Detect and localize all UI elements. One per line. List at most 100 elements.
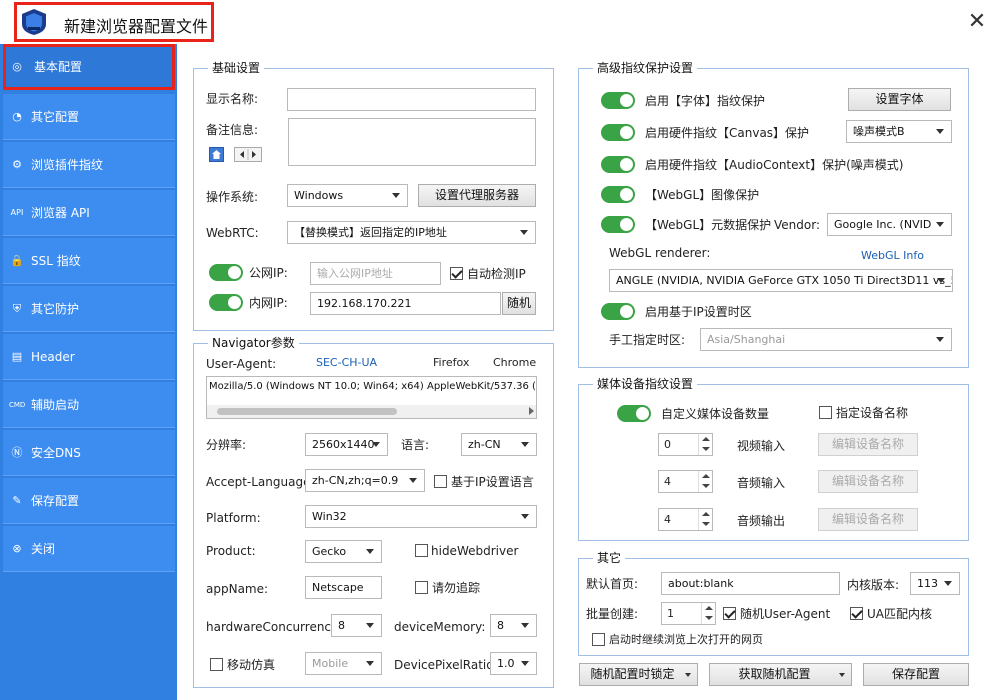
hardware-concurrency-label: hardwareConcurrency: xyxy=(206,620,342,634)
do-not-track-checkbox[interactable] xyxy=(415,581,428,594)
stepper-value: 4 xyxy=(664,513,671,526)
edit-audio-input-button[interactable]: 编辑设备名称 xyxy=(818,470,918,493)
plugin-icon: ⚙ xyxy=(12,158,22,171)
ip-language-checkbox[interactable] xyxy=(434,475,447,488)
scrollbar-thumb[interactable] xyxy=(217,408,397,415)
close-window-button[interactable]: ✕ xyxy=(962,8,992,38)
resolution-select[interactable]: 2560x1440 xyxy=(305,433,388,456)
ua-match-kernel-checkbox[interactable] xyxy=(850,607,863,620)
scroll-arrows[interactable] xyxy=(234,147,262,162)
sidebar-item-label: Header xyxy=(31,350,75,364)
window-title: 新建浏览器配置文件 xyxy=(64,17,209,36)
random-ip-button[interactable]: 随机 xyxy=(502,292,536,315)
private-ip-input[interactable]: 192.168.170.221 xyxy=(310,292,501,315)
private-ip-label: 内网IP: xyxy=(249,296,288,310)
firefox-link[interactable]: Firefox xyxy=(433,356,469,370)
sidebar-item-header[interactable]: ▤ Header xyxy=(3,334,175,380)
sidebar-item-plugin-fingerprint[interactable]: ⚙ 浏览插件指纹 xyxy=(3,142,175,188)
stepper-arrows-icon[interactable] xyxy=(698,509,712,530)
webgl-image-toggle[interactable] xyxy=(601,186,635,203)
stepper-arrows-icon[interactable] xyxy=(698,471,712,492)
private-ip-toggle[interactable] xyxy=(209,294,243,311)
ua-scrollbar[interactable] xyxy=(207,405,536,418)
set-font-button[interactable]: 设置字体 xyxy=(848,88,951,111)
os-select[interactable]: Windows xyxy=(287,184,408,207)
sidebar-item-close[interactable]: ⊗ 关闭 xyxy=(3,526,175,572)
timezone-ip-toggle[interactable] xyxy=(601,303,635,320)
appname-input[interactable]: Netscape xyxy=(305,576,382,599)
save-icon: ✎ xyxy=(12,494,22,507)
hide-webdriver-checkbox[interactable] xyxy=(415,544,428,557)
sidebar-item-browser-api[interactable]: API 浏览器 API xyxy=(3,190,175,236)
sidebar-item-dns[interactable]: Ⓝ 安全DNS xyxy=(3,430,175,476)
stepper-arrows-icon[interactable] xyxy=(698,434,712,455)
audio-output-stepper[interactable]: 4 xyxy=(658,508,713,531)
scroll-right-icon[interactable] xyxy=(529,407,534,415)
continue-session-checkbox[interactable] xyxy=(592,633,605,646)
webgl-meta-toggle[interactable] xyxy=(601,216,635,233)
font-protection-toggle[interactable] xyxy=(601,92,635,109)
canvas-protection-toggle[interactable] xyxy=(601,124,635,141)
public-ip-input[interactable]: 输入公网IP地址 xyxy=(310,262,441,285)
api-icon: API xyxy=(10,208,24,217)
sec-ch-ua-link[interactable]: SEC-CH-UA xyxy=(316,356,377,370)
mobile-select[interactable]: Mobile xyxy=(305,652,382,675)
os-label: 操作系统: xyxy=(206,190,259,204)
custom-media-count-toggle[interactable] xyxy=(617,405,651,422)
language-select[interactable]: zh-CN xyxy=(461,433,537,456)
hide-webdriver-label: hideWebdriver xyxy=(431,544,519,558)
group-title: 其它 xyxy=(593,551,626,565)
mobile-emulation-checkbox[interactable] xyxy=(210,658,223,671)
product-select[interactable]: Gecko xyxy=(305,540,382,563)
vendor-select[interactable]: Google Inc. (NVID xyxy=(827,213,952,236)
proxy-server-button[interactable]: 设置代理服务器 xyxy=(418,184,536,207)
device-memory-select[interactable]: 8 xyxy=(490,614,537,637)
sidebar-item-other-config[interactable]: ◔ 其它配置 xyxy=(3,94,175,140)
manual-timezone-select[interactable]: Asia/Shanghai xyxy=(700,328,952,351)
sidebar-item-launch[interactable]: CMD 辅助启动 xyxy=(3,382,175,428)
get-random-config-button[interactable]: 获取随机配置 xyxy=(709,663,852,686)
hardware-concurrency-select[interactable]: 8 xyxy=(331,614,382,637)
stepper-arrows-icon[interactable] xyxy=(701,603,715,624)
lock-random-config-button[interactable]: 随机配置时锁定 xyxy=(579,663,698,686)
edit-video-input-button[interactable]: 编辑设备名称 xyxy=(818,433,918,456)
video-input-label: 视频输入 xyxy=(737,439,786,453)
edit-audio-output-button[interactable]: 编辑设备名称 xyxy=(818,508,918,531)
save-config-button[interactable]: 保存配置 xyxy=(863,663,969,686)
specify-device-name-label: 指定设备名称 xyxy=(836,406,909,420)
timezone-ip-label: 启用基于IP设置时区 xyxy=(645,305,752,319)
webrtc-select[interactable]: 【替换模式】返回指定的IP地址 xyxy=(287,221,536,244)
random-ua-checkbox[interactable] xyxy=(723,607,736,620)
notes-input[interactable] xyxy=(288,118,536,166)
home-icon[interactable] xyxy=(209,147,224,162)
close-circle-icon: ⊗ xyxy=(12,542,22,555)
audio-input-stepper[interactable]: 4 xyxy=(658,470,713,493)
sidebar-item-protection[interactable]: ⛨ 其它防护 xyxy=(3,286,175,332)
homepage-input[interactable]: about:blank xyxy=(661,572,840,595)
platform-select[interactable]: Win32 xyxy=(305,505,537,528)
video-input-stepper[interactable]: 0 xyxy=(658,433,713,456)
batch-create-stepper[interactable]: 1 xyxy=(661,602,716,625)
auto-detect-ip-checkbox[interactable] xyxy=(450,267,463,280)
specify-device-name-checkbox[interactable] xyxy=(819,406,832,419)
sidebar-item-label: 辅助启动 xyxy=(31,398,80,412)
public-ip-toggle[interactable] xyxy=(209,264,243,281)
cmd-icon: CMD xyxy=(9,401,26,409)
webgl-meta-label: 【WebGL】元数据保护 xyxy=(645,218,772,232)
kernel-version-select[interactable]: 113 xyxy=(910,572,960,595)
device-pixel-ratio-select[interactable]: 1.0 xyxy=(490,652,537,675)
webgl-renderer-select[interactable]: ANGLE (NVIDIA, NVIDIA GeForce GTX 1050 T… xyxy=(609,269,953,292)
sidebar-item-ssl[interactable]: 🔒 SSL 指纹 xyxy=(3,238,175,284)
audio-protection-toggle[interactable] xyxy=(601,156,635,173)
sidebar-item-label: 基本配置 xyxy=(34,60,83,74)
sidebar-item-basic[interactable]: ◎ 基本配置 xyxy=(3,44,175,90)
webgl-info-link[interactable]: WebGL Info xyxy=(861,249,924,263)
ua-match-kernel-label: UA匹配内核 xyxy=(867,607,932,621)
chrome-link[interactable]: Chrome xyxy=(493,356,536,370)
accept-language-select[interactable]: zh-CN,zh;q=0.9 xyxy=(305,469,425,492)
display-name-input[interactable] xyxy=(287,88,536,111)
canvas-mode-select[interactable]: 噪声模式B xyxy=(846,120,952,143)
display-name-label: 显示名称: xyxy=(206,92,259,106)
ip-language-label: 基于IP设置语言 xyxy=(451,475,534,489)
sidebar-item-save[interactable]: ✎ 保存配置 xyxy=(3,478,175,524)
